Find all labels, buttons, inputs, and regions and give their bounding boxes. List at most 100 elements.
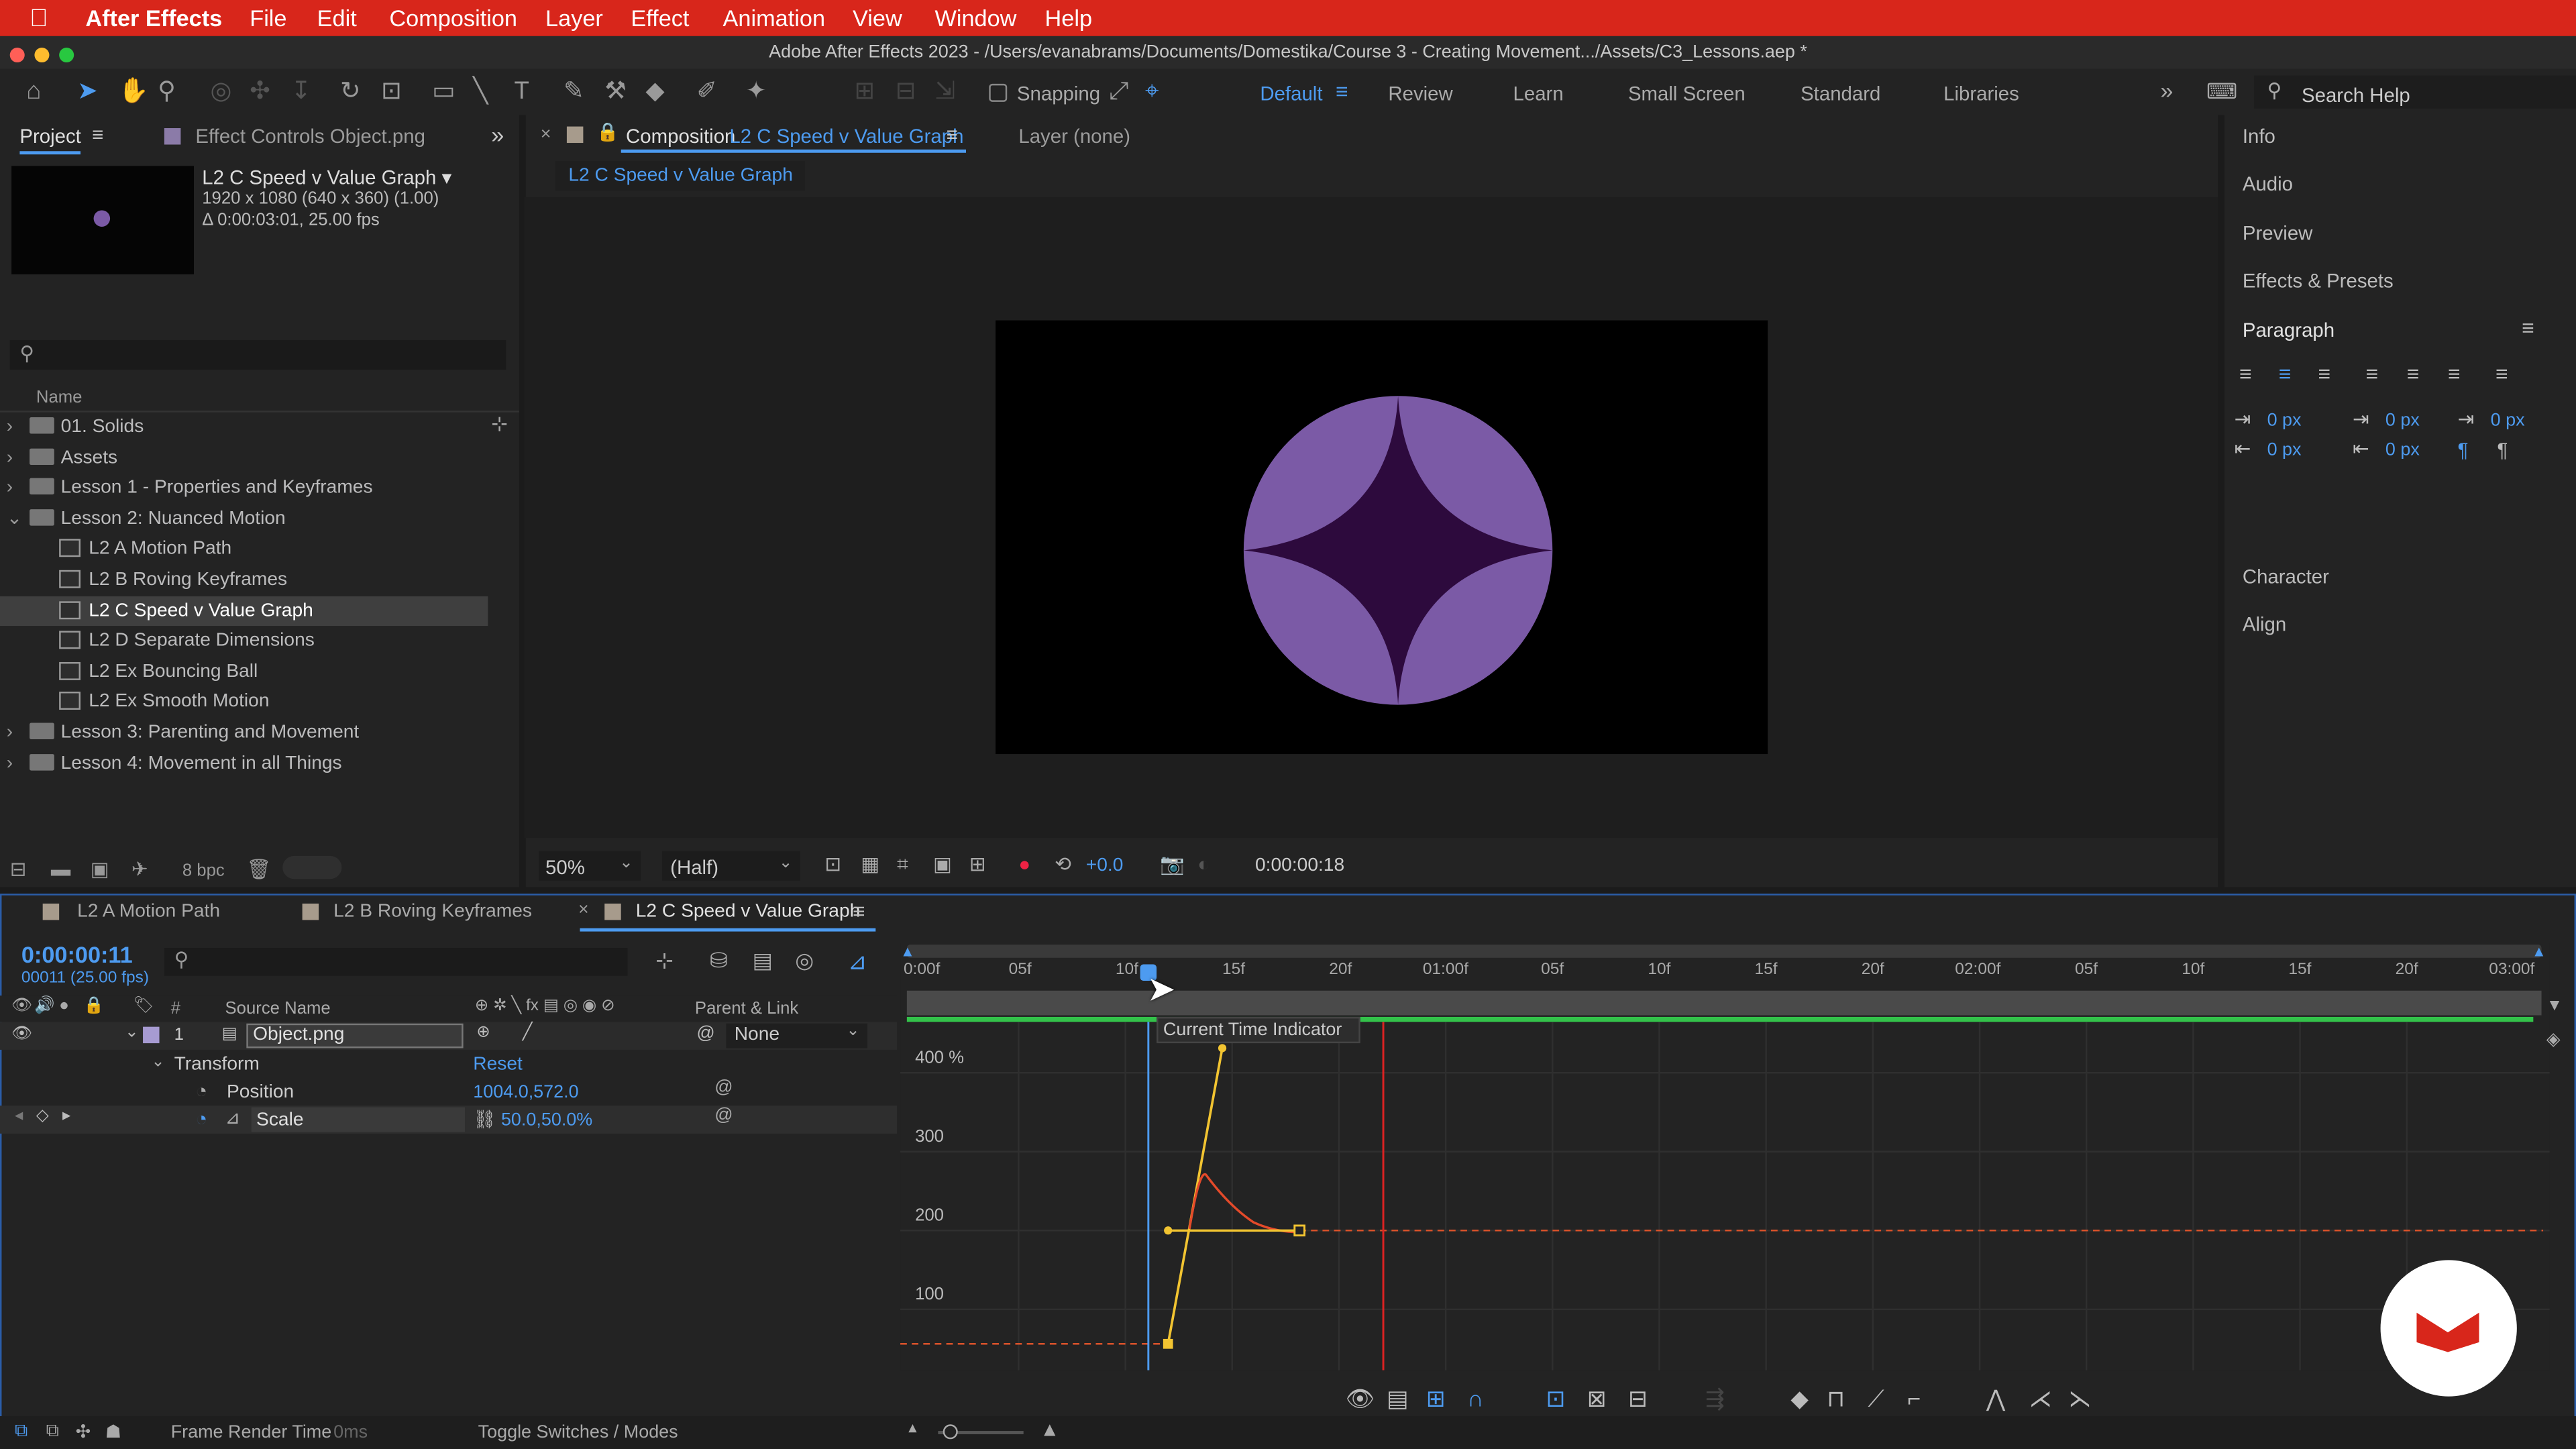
tab-effect-controls[interactable]: Effect Controls Object.png <box>195 125 425 148</box>
project-folder-item[interactable]: › Lesson 1 - Properties and Keyframes <box>0 474 488 503</box>
apple-menu[interactable]:  <box>30 5 48 33</box>
roto-tool-icon[interactable]: ✐ <box>696 79 717 104</box>
graph-canvas[interactable] <box>900 1022 2550 1371</box>
breadcrumb[interactable]: L2 C Speed v Value Graph <box>555 161 806 191</box>
keyframe-2[interactable] <box>1293 1224 1305 1237</box>
zoom-slider-thumb[interactable] <box>943 1424 958 1440</box>
menu-view[interactable]: View <box>853 5 902 31</box>
project-comp-item[interactable]: L2 Ex Smooth Motion <box>0 688 488 717</box>
project-folder-item[interactable]: ⌄ Lesson 2: Nuanced Motion <box>0 504 488 533</box>
project-menu-icon[interactable]: ≡ <box>92 123 103 146</box>
pan-tool-icon[interactable]: ✣ <box>250 79 270 104</box>
graph-options-icon[interactable]: ▤ <box>1387 1385 1408 1413</box>
position-stopwatch-icon[interactable]: ◔ <box>195 1079 207 1102</box>
rectangle-tool-icon[interactable]: ▭ <box>432 79 455 104</box>
transform-expand-icon[interactable]: ⌄ <box>151 1053 165 1071</box>
collapsed-arrow-icon[interactable]: › <box>7 718 30 747</box>
toggle-switches-modes-button[interactable]: Toggle Switches / Modes <box>478 1423 678 1442</box>
project-folder-item[interactable]: › Lesson 4: Movement in all Things <box>0 749 488 778</box>
snap-features-icon[interactable]: ⌖ <box>1145 79 1159 104</box>
flowchart-icon[interactable]: ⊹ <box>491 413 508 435</box>
timeline-tab-b[interactable]: L2 B Roving Keyframes <box>333 902 532 921</box>
visibility-eye-icon[interactable]: 👁 <box>11 1025 32 1043</box>
project-comp-item[interactable]: L2 Ex Bouncing Ball <box>0 657 488 686</box>
work-area-end-handle[interactable]: ▲ <box>2532 943 2546 959</box>
trash-icon[interactable]: 🗑 <box>246 857 271 880</box>
project-folder-item[interactable]: › 01. Solids <box>0 413 488 442</box>
puppet-tool-icon[interactable]: ✦ <box>746 79 767 104</box>
add-keyframe-icon[interactable]: ◇ <box>36 1108 49 1126</box>
position-expression-icon[interactable]: @ <box>714 1078 733 1097</box>
ltr-direction-icon[interactable]: ¶ <box>2458 439 2469 462</box>
name-column-header[interactable]: Name <box>36 388 83 407</box>
anchor-tool-icon[interactable]: ⊡ <box>381 79 402 104</box>
adjust-icon[interactable]: ✈ <box>131 857 148 880</box>
timeline-tab-a[interactable]: L2 A Motion Path <box>77 902 220 921</box>
nav-end-icon[interactable]: ▼ <box>2546 998 2563 1016</box>
menu-layer[interactable]: Layer <box>545 5 603 31</box>
keyframe-1[interactable] <box>1163 1338 1173 1349</box>
prev-keyframe-icon[interactable]: ◂ <box>15 1108 23 1126</box>
project-comp-item[interactable]: L2 C Speed v Value Graph <box>0 595 488 626</box>
project-search-input[interactable] <box>9 339 506 370</box>
snapshot-icon[interactable]: 📷 <box>1160 853 1185 875</box>
effects-presets-header[interactable]: Effects & Presets <box>2243 270 2394 292</box>
tab-layer[interactable]: Layer (none) <box>1018 125 1130 148</box>
transform-box-icon[interactable]: ⊞ <box>1426 1385 1446 1413</box>
space-after-value[interactable]: 0 px <box>2385 440 2420 460</box>
composition-flowchart-icon[interactable]: ⊹ <box>655 948 674 974</box>
collapsed-arrow-icon[interactable]: › <box>7 413 30 442</box>
timeline-menu-icon[interactable]: ≡ <box>853 899 865 924</box>
new-comp-icon[interactable]: ▣ <box>91 857 109 880</box>
comp-canvas[interactable] <box>996 320 1768 755</box>
hand-tool-icon[interactable]: ✋ <box>118 79 149 104</box>
close-tab-icon[interactable]: × <box>541 125 551 144</box>
more-workspaces-icon[interactable]: » <box>2160 77 2173 103</box>
in-out-icon[interactable]: ✣ <box>76 1421 91 1442</box>
justify-all-icon[interactable]: ≡ <box>2496 362 2508 386</box>
close-window-button[interactable] <box>9 48 25 63</box>
transform-reset-link[interactable]: Reset <box>473 1055 523 1074</box>
fast-preview-icon[interactable]: ⊡ <box>824 853 841 875</box>
space-before-value[interactable]: 0 px <box>2385 411 2420 430</box>
align-center-icon[interactable]: ≡ <box>2279 362 2292 386</box>
collapsed-arrow-icon[interactable]: › <box>7 443 30 472</box>
pick-whip-icon[interactable]: @ <box>696 1024 714 1043</box>
scale-label[interactable]: Scale <box>256 1111 303 1130</box>
menu-window[interactable]: Window <box>934 5 1016 31</box>
grid-guides-icon[interactable]: ⊞ <box>969 853 986 875</box>
justify-left-icon[interactable]: ≡ <box>2366 362 2379 386</box>
transparency-grid-icon[interactable]: ▦ <box>861 853 879 875</box>
video-switch-icon[interactable]: 👁 <box>11 998 32 1016</box>
layer-row[interactable]: 👁 ⌄ 1 ▤ Object.png ⊕ ╱ @ None ⌄ <box>0 1022 898 1050</box>
current-time-display[interactable]: 0:00:00:11 <box>21 941 133 967</box>
zoom-in-icon[interactable]: ▲ <box>1040 1417 1059 1440</box>
workspace-learn[interactable]: Learn <box>1513 82 1564 105</box>
scale-value[interactable]: 50.0,50.0% <box>501 1111 592 1130</box>
bit-depth-button[interactable]: 8 bpc <box>182 861 225 880</box>
align-panel-header[interactable]: Align <box>2243 612 2286 635</box>
draft-3d-icon[interactable]: ⛁ <box>710 948 728 974</box>
menu-file[interactable]: File <box>250 5 286 31</box>
label-icon[interactable]: 🏷 <box>133 998 154 1016</box>
zoom-out-icon[interactable]: ▴ <box>908 1419 916 1438</box>
type-tool-icon[interactable]: T <box>515 79 529 104</box>
align-left-icon[interactable]: ≡ <box>2239 362 2252 386</box>
panel-expand-icon[interactable]: » <box>491 121 504 148</box>
shy-switch-icon[interactable]: ⊕ <box>476 1024 490 1042</box>
comp-name-label[interactable]: L2 C Speed v Value Graph ▾ <box>202 166 451 189</box>
parent-link-header[interactable]: Parent & Link <box>695 999 798 1018</box>
region-of-interest-icon[interactable]: ▣ <box>933 853 952 875</box>
render-time-icon[interactable]: ☗ <box>105 1421 121 1442</box>
timeline-search-input[interactable] <box>164 948 628 976</box>
menu-composition[interactable]: Composition <box>389 5 517 31</box>
scale-expression-icon[interactable]: @ <box>714 1106 733 1125</box>
workspace-small-screen[interactable]: Small Screen <box>1628 82 1746 105</box>
menu-effect[interactable]: Effect <box>631 5 689 31</box>
rotate-tool-icon[interactable]: ↻ <box>340 79 361 104</box>
lock-icon[interactable]: 🔒 <box>596 121 619 143</box>
show-snapshot-icon[interactable]: ◐ <box>1197 853 1210 875</box>
eraser-tool-icon[interactable]: ◆ <box>645 79 664 104</box>
auto-zoom-graph-icon[interactable]: ⊡ <box>1546 1385 1565 1413</box>
collapsed-arrow-icon[interactable]: › <box>7 749 30 778</box>
